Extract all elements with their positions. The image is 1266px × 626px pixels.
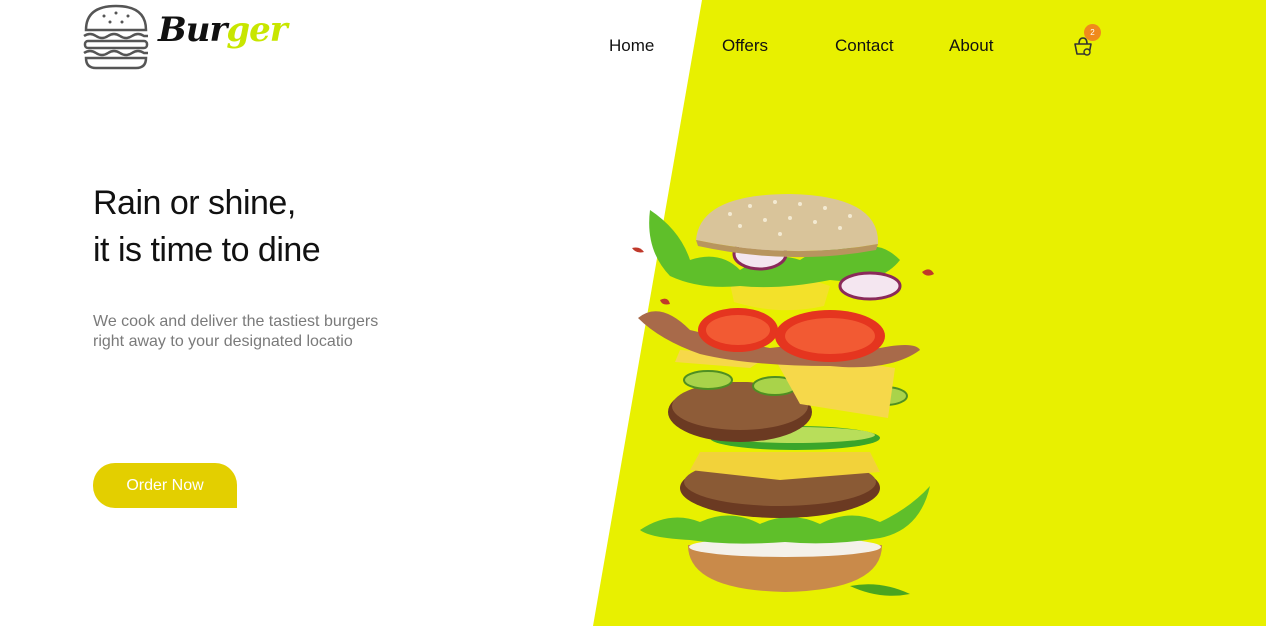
nav-home[interactable]: Home [609,36,654,56]
hero-subtext-line1: We cook and deliver the tastiest burgers [93,313,379,330]
hero-headline-line1: Rain or shine, [93,184,296,222]
order-now-button[interactable]: Order Now [93,463,237,508]
cart-count-badge: 2 [1084,24,1101,41]
landing-page: Bur ger Home Offers Contact About 2 Rain … [0,0,1266,626]
hero-subtext-line2: right away to your designated locatio [93,333,353,350]
exploded-burger-image [632,194,934,596]
nav-offers[interactable]: Offers [722,36,768,56]
nav-about[interactable]: About [949,36,993,56]
hero-subtext: We cook and deliver the tastiest burgers… [93,312,453,352]
nav-contact[interactable]: Contact [835,36,894,56]
hero-headline: Rain or shine, it is time to dine [93,180,321,274]
hero-headline-line2: it is time to dine [93,231,321,269]
